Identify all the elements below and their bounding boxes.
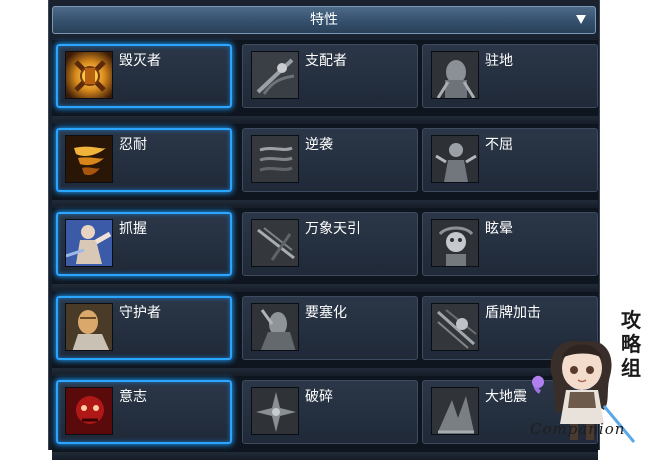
destroyer-icon: [65, 51, 113, 99]
talent-label: 毁灭者: [119, 53, 161, 69]
endurance-icon: [65, 135, 113, 183]
talent-card-dominator[interactable]: 支配者: [242, 44, 418, 108]
talent-label: 驻地: [485, 53, 513, 69]
talent-card-will[interactable]: 意志: [56, 380, 232, 444]
will-icon: [65, 387, 113, 435]
talent-card-stun[interactable]: 眩晕: [422, 212, 598, 276]
header-title: 特性: [310, 12, 338, 28]
talent-card-guardian[interactable]: 守护者: [56, 296, 232, 360]
talent-label: 意志: [119, 389, 147, 405]
talent-label: 抓握: [119, 221, 147, 237]
talent-card-counterattack[interactable]: 逆袭: [242, 128, 418, 192]
watermark-title: 攻略组: [621, 308, 641, 380]
dominator-icon: [251, 51, 299, 99]
pull-icon: [251, 219, 299, 267]
watermark-caption: Companion: [530, 420, 626, 438]
talent-card-endurance[interactable]: 忍耐: [56, 128, 232, 192]
talent-row: 毁灭者 支配者 驻地: [52, 40, 598, 124]
unyielding-icon: [431, 135, 479, 183]
talent-label: 眩晕: [485, 221, 513, 237]
fortify-icon: [251, 303, 299, 351]
talent-card-destroyer[interactable]: 毁灭者: [56, 44, 232, 108]
talent-label: 破碎: [305, 389, 333, 405]
talent-label: 忍耐: [119, 137, 147, 153]
talent-label: 支配者: [305, 53, 347, 69]
talent-label: 逆袭: [305, 137, 333, 153]
stun-icon: [431, 219, 479, 267]
talent-label: 不屈: [485, 137, 513, 153]
talent-card-unyielding[interactable]: 不屈: [422, 128, 598, 192]
triangle-down-icon[interactable]: [576, 15, 586, 24]
talent-row: 忍耐 逆袭 不屈: [52, 124, 598, 208]
talent-card-pull[interactable]: 万象天引: [242, 212, 418, 276]
talent-card-shatter[interactable]: 破碎: [242, 380, 418, 444]
talents-header[interactable]: 特性: [52, 6, 596, 34]
talent-card-fortify[interactable]: 要塞化: [242, 296, 418, 360]
talent-label: 万象天引: [305, 221, 361, 237]
talent-row: 抓握 万象天引 眩晕: [52, 208, 598, 292]
shatter-icon: [251, 387, 299, 435]
counterattack-icon: [251, 135, 299, 183]
talent-card-garrison[interactable]: 驻地: [422, 44, 598, 108]
guardian-icon: [65, 303, 113, 351]
grip-icon: [65, 219, 113, 267]
talent-label: 守护者: [119, 305, 161, 321]
talent-card-grip[interactable]: 抓握: [56, 212, 232, 276]
talent-label: 要塞化: [305, 305, 347, 321]
garrison-icon: [431, 51, 479, 99]
earthquake-icon: [431, 387, 479, 435]
shield-bash-icon: [431, 303, 479, 351]
